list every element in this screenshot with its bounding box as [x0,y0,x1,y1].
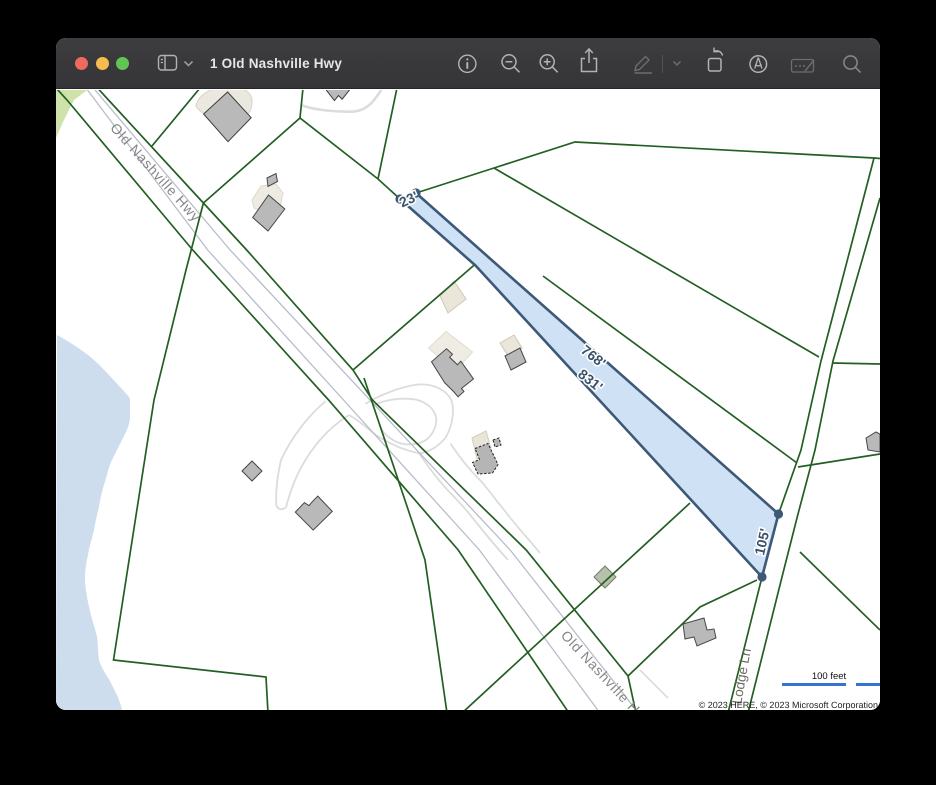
svg-text:Old Nashville Hwy: Old Nashville Hwy [107,120,204,225]
svg-text:© 2023 HERE, © 2023 Microsoft: © 2023 HERE, © 2023 Microsoft Corporatio… [699,700,878,710]
svg-text:Old Nashville H: Old Nashville H [558,627,644,710]
svg-text:Lodge Ln: Lodge Ln [729,647,754,705]
svg-text:100 feet: 100 feet [812,671,847,682]
